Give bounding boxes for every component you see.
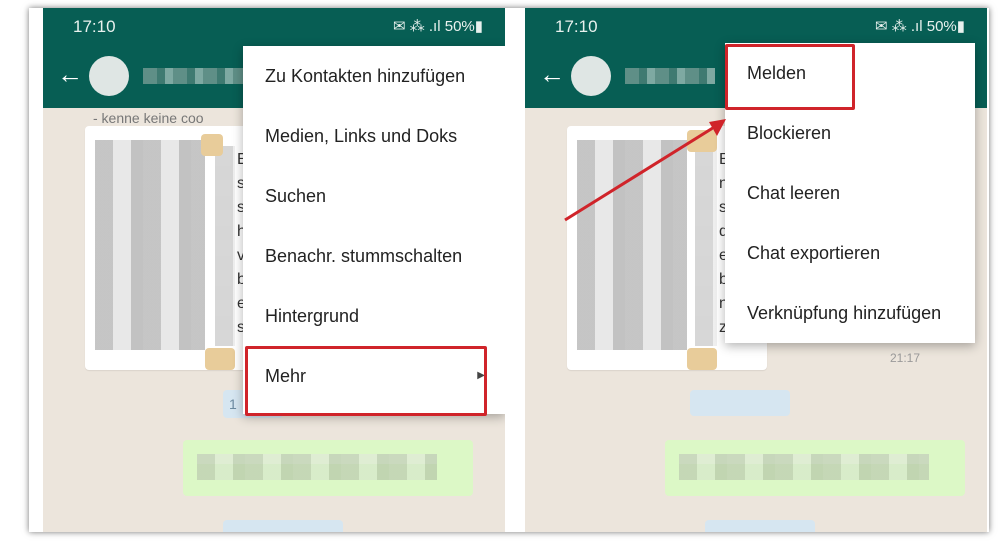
submenu-arrow-icon: ▶ [477, 370, 485, 381]
menu-item-add-shortcut[interactable]: Verknüpfung hinzufügen [725, 283, 975, 343]
menu-item-clear-chat[interactable]: Chat leeren [725, 163, 975, 223]
date-chip-blurred [705, 520, 815, 532]
status-icons: ✉ ⁂ .ıl 50%▮ [392, 18, 483, 35]
blurred-emoji [687, 348, 717, 370]
outgoing-message-blurred[interactable] [183, 440, 473, 496]
phone-left: 17:10 ✉ ⁂ .ıl 50%▮ ← - kenne keine coo E… [43, 8, 505, 532]
date-chip-text: 1 [229, 396, 237, 412]
back-arrow-icon[interactable]: ← [57, 60, 83, 88]
blurred-content [215, 146, 235, 346]
status-time: 17:10 [73, 17, 116, 36]
contact-avatar[interactable] [89, 56, 129, 96]
outgoing-message-blurred[interactable] [665, 440, 965, 496]
blurred-content [577, 140, 687, 350]
blurred-emoji [205, 348, 235, 370]
menu-item-search[interactable]: Suchen [243, 166, 505, 226]
message-timestamp: 21:17 [890, 351, 921, 365]
overflow-menu: Zu Kontakten hinzufügen Medien, Links un… [243, 46, 505, 414]
menu-item-media-links-docs[interactable]: Medien, Links und Doks [243, 106, 505, 166]
menu-item-block[interactable]: Blockieren [725, 103, 975, 163]
message-snippet: - kenne keine coo [93, 110, 204, 126]
screenshot-frame: 17:10 ✉ ⁂ .ıl 50%▮ ← - kenne keine coo E… [29, 8, 989, 532]
date-chip-blurred [690, 390, 790, 416]
contact-name-blurred[interactable] [625, 68, 715, 84]
menu-item-report[interactable]: Melden [725, 43, 975, 103]
blurred-content [197, 454, 437, 480]
back-arrow-icon[interactable]: ← [539, 60, 565, 88]
status-bar: 17:10 ✉ ⁂ .ıl 50%▮ [525, 8, 987, 44]
blurred-content [95, 140, 205, 350]
blurred-content [679, 454, 929, 480]
menu-item-more-label: Mehr [265, 366, 307, 386]
phone-right: 17:10 ✉ ⁂ .ıl 50%▮ ← Be n sie di err bei… [525, 8, 987, 532]
menu-item-export-chat[interactable]: Chat exportieren [725, 223, 975, 283]
blurred-emoji [201, 134, 223, 156]
menu-item-mute-notifications[interactable]: Benachr. stummschalten [243, 226, 505, 286]
date-chip-blurred [223, 520, 343, 532]
status-bar: 17:10 ✉ ⁂ .ıl 50%▮ [43, 8, 505, 44]
menu-item-more[interactable]: Mehr ▶ [243, 346, 505, 406]
blurred-emoji [687, 130, 717, 152]
more-submenu: Melden Blockieren Chat leeren Chat expor… [725, 43, 975, 343]
status-time: 17:10 [555, 17, 598, 36]
blurred-content [695, 146, 717, 346]
contact-avatar[interactable] [571, 56, 611, 96]
menu-item-wallpaper[interactable]: Hintergrund [243, 286, 505, 346]
menu-item-add-to-contacts[interactable]: Zu Kontakten hinzufügen [243, 46, 505, 106]
status-icons: ✉ ⁂ .ıl 50%▮ [874, 18, 965, 35]
